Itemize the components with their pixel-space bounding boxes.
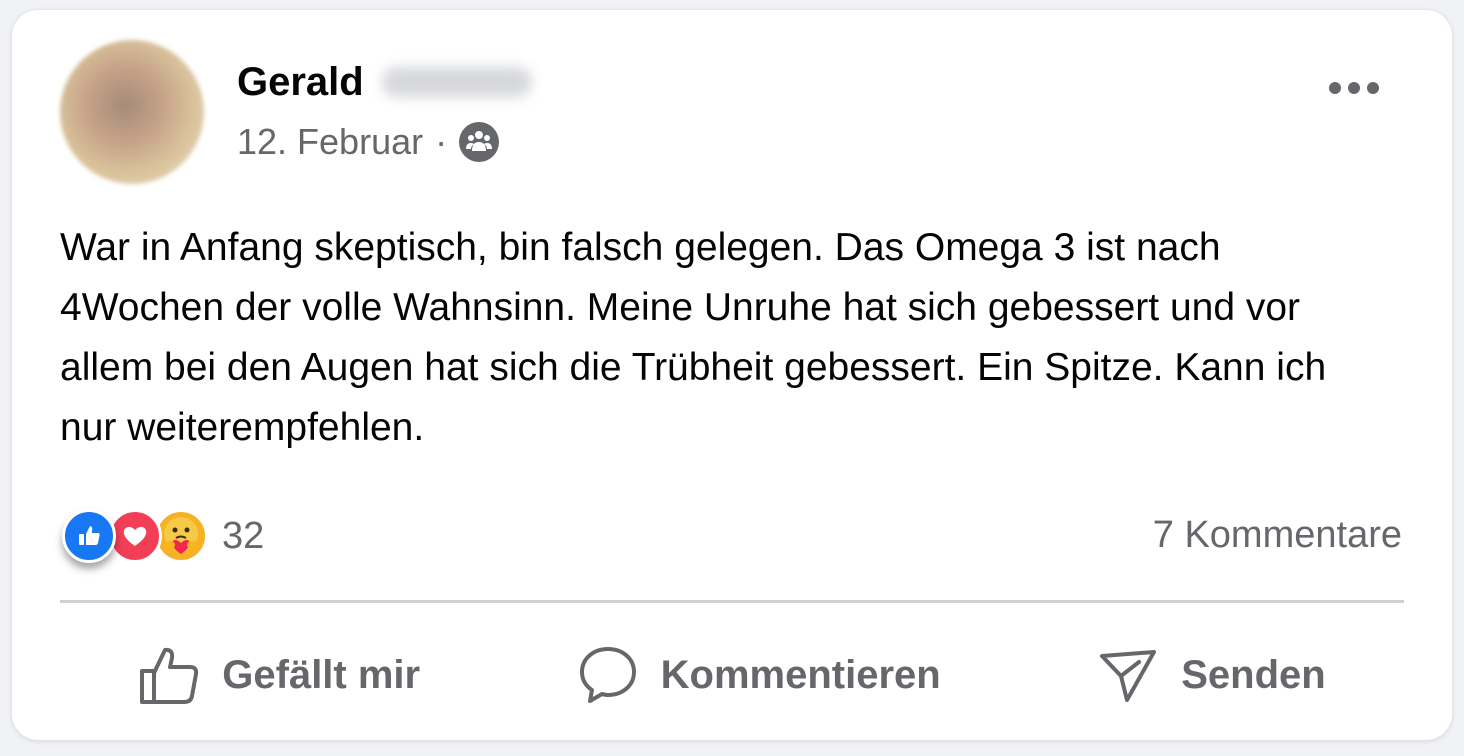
author-last-name-blurred <box>381 67 532 97</box>
author-first-name[interactable]: Gerald <box>237 58 364 106</box>
send-icon <box>1100 650 1157 702</box>
post-date[interactable]: 12. Februar <box>237 121 423 163</box>
reaction-count[interactable]: 32 <box>222 515 264 558</box>
avatar[interactable] <box>60 40 204 184</box>
comment-button-label: Kommentieren <box>660 652 941 697</box>
send-button[interactable]: Senden <box>1097 644 1326 706</box>
comment-button[interactable]: Kommentieren <box>577 644 941 706</box>
meta-separator: · <box>435 121 448 162</box>
reactions-summary[interactable]: 32 <box>62 506 264 566</box>
thumbs-up-icon <box>140 647 199 704</box>
like-icon <box>62 509 116 563</box>
post-meta: 12. Februar · <box>237 120 500 164</box>
like-button-label: Gefällt mir <box>222 652 421 697</box>
friends-group-icon[interactable] <box>459 122 500 162</box>
comment-bubble-icon <box>579 647 636 703</box>
post-text: War in Anfang skeptisch, bin falsch gele… <box>60 226 1327 449</box>
care-icon <box>154 509 208 563</box>
post-card: Gerald 12. Februar · War in Anfang skept… <box>12 10 1452 740</box>
love-icon <box>108 509 162 563</box>
comments-count[interactable]: 7 Kommentare <box>1153 514 1402 557</box>
send-button-label: Senden <box>1181 652 1326 697</box>
more-options-icon[interactable] <box>1322 68 1386 108</box>
divider <box>60 600 1404 603</box>
like-button[interactable]: Gefällt mir <box>138 644 420 706</box>
action-bar: Gefällt mir Kommentieren Senden <box>60 635 1404 715</box>
author-name[interactable]: Gerald <box>237 58 532 106</box>
